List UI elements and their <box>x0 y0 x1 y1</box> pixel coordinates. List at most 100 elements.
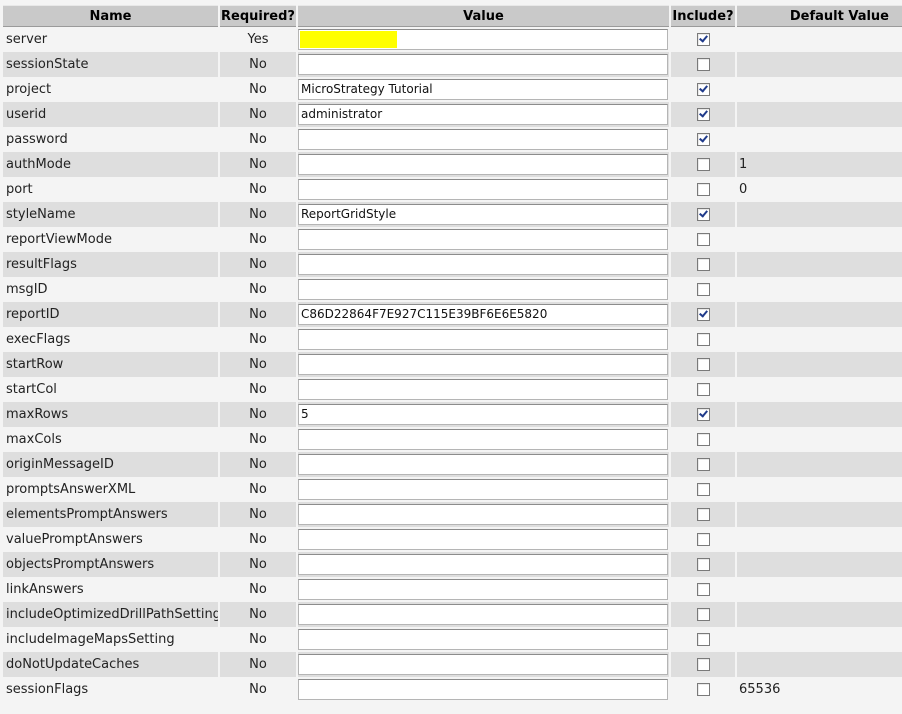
param-value-input[interactable] <box>298 154 668 175</box>
param-default-value <box>737 52 902 77</box>
include-checkbox[interactable] <box>696 108 710 121</box>
include-checkbox[interactable] <box>696 308 710 321</box>
include-checkbox[interactable] <box>696 133 710 146</box>
param-value-text: MicroStrategy Tutorial <box>301 82 433 96</box>
include-checkbox[interactable] <box>696 333 710 346</box>
param-include-cell <box>671 127 735 152</box>
param-value-input[interactable] <box>298 679 668 700</box>
param-value-cell <box>298 452 669 477</box>
param-value-input[interactable]: C86D22864F7E927C115E39BF6E6E5820 <box>298 304 668 325</box>
include-checkbox[interactable] <box>696 458 710 471</box>
include-checkbox[interactable] <box>696 433 710 446</box>
param-value-text: ReportGridStyle <box>301 207 397 221</box>
include-checkbox[interactable] <box>696 183 710 196</box>
parameters-table: Name Required? Value Include? Default Va… <box>1 5 902 702</box>
include-checkbox[interactable] <box>696 233 710 246</box>
param-value-input[interactable]: MicroStrategy Tutorial <box>298 79 668 100</box>
table-row: resultFlags No <box>3 252 902 277</box>
param-required: No <box>220 302 296 327</box>
param-required: Yes <box>220 27 296 52</box>
include-checkbox[interactable] <box>696 558 710 571</box>
include-checkbox[interactable] <box>696 408 710 421</box>
param-required: No <box>220 227 296 252</box>
param-value-input[interactable] <box>298 504 668 525</box>
include-checkbox[interactable] <box>696 683 710 696</box>
param-value-input[interactable] <box>298 529 668 550</box>
param-value-cell <box>298 602 669 627</box>
param-name: styleName <box>3 202 218 227</box>
table-row: valuePromptAnswers No <box>3 527 902 552</box>
param-value-input[interactable] <box>298 54 668 75</box>
include-checkbox[interactable] <box>696 208 710 221</box>
param-value-text: C86D22864F7E927C115E39BF6E6E5820 <box>301 307 548 321</box>
param-value-input[interactable] <box>298 654 668 675</box>
table-row: objectsPromptAnswers No <box>3 552 902 577</box>
param-value-input[interactable] <box>298 429 668 450</box>
param-value-cell <box>298 377 669 402</box>
table-row: includeImageMapsSetting No <box>3 627 902 652</box>
param-default-value: 65536 <box>737 677 902 702</box>
param-value-input[interactable] <box>298 329 668 350</box>
param-value-input[interactable] <box>298 29 668 50</box>
include-checkbox[interactable] <box>696 633 710 646</box>
param-value-input[interactable] <box>298 354 668 375</box>
table-body: server Yes sessionState No project No MicroStr… <box>3 27 902 702</box>
param-value-input[interactable]: ReportGridStyle <box>298 204 668 225</box>
param-value-cell <box>298 477 669 502</box>
include-checkbox[interactable] <box>696 533 710 546</box>
include-checkbox[interactable] <box>696 383 710 396</box>
param-value-input[interactable] <box>298 129 668 150</box>
param-value-input[interactable] <box>298 254 668 275</box>
include-checkbox[interactable] <box>696 358 710 371</box>
param-value-cell <box>298 527 669 552</box>
param-value-input[interactable] <box>298 604 668 625</box>
param-value-input[interactable] <box>298 479 668 500</box>
param-default-value <box>737 327 902 352</box>
param-required: No <box>220 427 296 452</box>
include-checkbox[interactable] <box>696 58 710 71</box>
param-value-input[interactable] <box>298 454 668 475</box>
param-required: No <box>220 77 296 102</box>
include-checkbox[interactable] <box>696 83 710 96</box>
table-row: originMessageID No <box>3 452 902 477</box>
param-value-input[interactable]: administrator <box>298 104 668 125</box>
param-include-cell <box>671 52 735 77</box>
param-value-input[interactable] <box>298 579 668 600</box>
param-value-input[interactable] <box>298 379 668 400</box>
param-name: server <box>3 27 218 52</box>
param-default-value <box>737 227 902 252</box>
include-checkbox[interactable] <box>696 158 710 171</box>
include-checkbox[interactable] <box>696 33 710 46</box>
param-value-input[interactable] <box>298 179 668 200</box>
table-row: reportViewMode No <box>3 227 902 252</box>
param-required: No <box>220 402 296 427</box>
param-required: No <box>220 352 296 377</box>
include-checkbox[interactable] <box>696 658 710 671</box>
param-value-cell <box>298 652 669 677</box>
param-name: sessionState <box>3 52 218 77</box>
param-required: No <box>220 252 296 277</box>
param-value-cell <box>298 252 669 277</box>
param-include-cell <box>671 152 735 177</box>
param-value-input[interactable]: 5 <box>298 404 668 425</box>
include-checkbox[interactable] <box>696 258 710 271</box>
include-checkbox[interactable] <box>696 508 710 521</box>
table-row: password No <box>3 127 902 152</box>
include-checkbox[interactable] <box>696 283 710 296</box>
param-value-cell <box>298 327 669 352</box>
param-value-input[interactable] <box>298 279 668 300</box>
include-checkbox[interactable] <box>696 483 710 496</box>
param-name: doNotUpdateCaches <box>3 652 218 677</box>
param-value-input[interactable] <box>298 629 668 650</box>
param-value-input[interactable] <box>298 229 668 250</box>
param-default-value <box>737 477 902 502</box>
param-required: No <box>220 102 296 127</box>
param-value-input[interactable] <box>298 554 668 575</box>
include-checkbox[interactable] <box>696 608 710 621</box>
param-default-value <box>737 202 902 227</box>
param-value-cell <box>298 177 669 202</box>
column-header-required: Required? <box>220 5 296 27</box>
include-checkbox[interactable] <box>696 583 710 596</box>
table-row: sessionState No <box>3 52 902 77</box>
param-required: No <box>220 502 296 527</box>
